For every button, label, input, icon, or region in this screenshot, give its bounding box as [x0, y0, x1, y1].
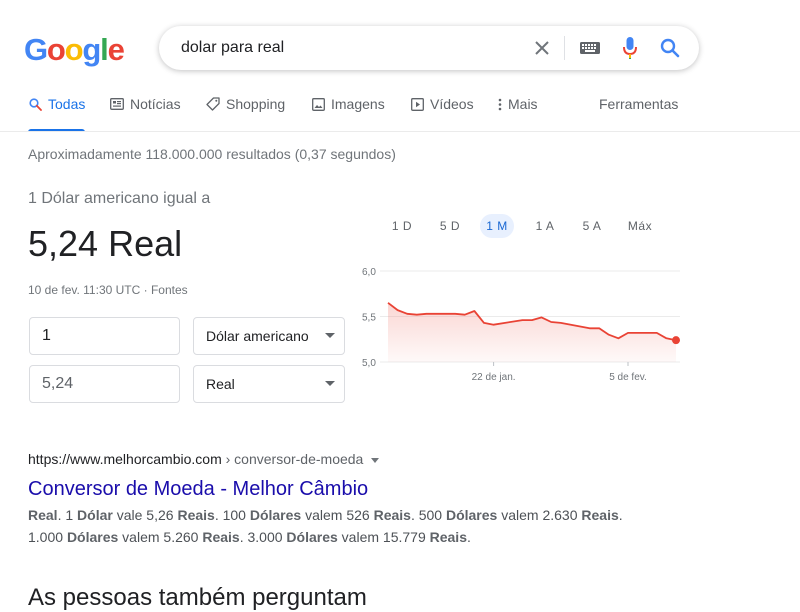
logo-letter: g	[82, 30, 100, 70]
tabs-divider	[0, 131, 800, 132]
tab-label: Imagens	[331, 96, 385, 112]
snippet-text: valem 15.779	[338, 529, 430, 545]
result-domain: https://www.melhorcambio.com	[28, 451, 222, 467]
snippet-keyword: Dólares	[250, 507, 301, 523]
snippet-keyword: Real	[28, 507, 58, 523]
snippet-keyword: Dólares	[286, 529, 337, 545]
search-icon[interactable]	[659, 37, 681, 59]
microphone-icon[interactable]	[619, 37, 641, 59]
sources-link[interactable]: Fontes	[151, 283, 188, 297]
tab-label: Shopping	[226, 96, 285, 112]
timestamp-separator: ·	[140, 283, 151, 297]
y-tick-label: 5,5	[362, 313, 376, 324]
result-snippet: Real. 1 Dólar vale 5,26 Reais. 100 Dólar…	[28, 504, 648, 548]
keyboard-icon[interactable]	[579, 37, 601, 59]
people-also-ask-heading: As pessoas também perguntam	[28, 584, 367, 612]
converter-result: 5,24 Real	[28, 222, 182, 266]
snippet-keyword: Reais	[177, 507, 214, 523]
timestamp-text: 10 de fev. 11:30 UTC	[28, 283, 140, 297]
tools-button[interactable]: Ferramentas	[599, 96, 678, 132]
from-currency-select[interactable]: Dólar americano	[193, 317, 345, 355]
snippet-text: . 1	[58, 507, 77, 523]
snippet-text: valem 2.630	[497, 507, 581, 523]
tools-label: Ferramentas	[599, 96, 678, 112]
range-1d[interactable]: 1 D	[386, 214, 418, 238]
search-input[interactable]	[181, 38, 501, 58]
snippet-text: valem 526	[301, 507, 373, 523]
snippet-keyword: Reais	[581, 507, 618, 523]
chart-last-point[interactable]	[672, 336, 680, 344]
snippet-keyword: Reais	[374, 507, 411, 523]
from-currency-label: Dólar americano	[206, 328, 309, 344]
logo-letter: G	[24, 30, 47, 70]
tab-shopping[interactable]: Shopping	[206, 96, 285, 132]
exchange-rate-chart: 6,0 5,5 5,0 22 de jan. 5 de fev.	[350, 256, 690, 388]
y-tick-label: 6,0	[362, 267, 376, 278]
search-box[interactable]	[159, 26, 699, 70]
close-icon[interactable]	[531, 37, 553, 59]
from-amount-field[interactable]: 1	[29, 317, 180, 355]
tab-label: Todas	[48, 96, 85, 112]
more-vert-icon	[496, 96, 504, 112]
tab-label: Notícias	[130, 96, 181, 112]
snippet-text: .	[467, 529, 471, 545]
image-icon	[311, 96, 325, 112]
snippet-keyword: Dólar	[77, 507, 113, 523]
logo-letter: l	[100, 30, 107, 70]
range-5a[interactable]: 5 A	[576, 214, 608, 238]
to-currency-label: Real	[206, 376, 235, 392]
tab-mais[interactable]: Mais	[496, 96, 538, 132]
snippet-text: valem 5.260	[118, 529, 202, 545]
search-tabs: Todas Notícias Shopping	[0, 96, 800, 132]
range-1m[interactable]: 1 M	[480, 214, 514, 238]
logo-letter: o	[47, 30, 65, 70]
converter-timestamp: 10 de fev. 11:30 UTC · Fontes	[28, 283, 188, 297]
result-breadcrumb: › conversor-de-moeda	[222, 451, 364, 467]
tab-label: Mais	[508, 96, 538, 112]
chevron-down-icon	[325, 333, 335, 338]
range-1a[interactable]: 1 A	[529, 214, 561, 238]
video-icon	[410, 96, 424, 112]
snippet-text: . 500	[411, 507, 446, 523]
snippet-text: . 100	[215, 507, 250, 523]
search-divider	[564, 36, 565, 60]
tab-videos[interactable]: Vídeos	[410, 96, 474, 132]
snippet-keyword: Reais	[202, 529, 239, 545]
range-5d[interactable]: 5 D	[434, 214, 466, 238]
snippet-keyword: Dólares	[67, 529, 118, 545]
to-currency-select[interactable]: Real	[193, 365, 345, 403]
tab-noticias[interactable]: Notícias	[110, 96, 181, 132]
results-stats: Aproximadamente 118.000.000 resultados (…	[28, 146, 396, 162]
to-amount-field[interactable]: 5,24	[29, 365, 180, 403]
logo-letter: e	[108, 30, 124, 70]
tab-todas[interactable]: Todas	[28, 96, 85, 132]
y-tick-label: 5,0	[362, 358, 376, 369]
logo-letter: o	[65, 30, 83, 70]
range-max[interactable]: Máx	[623, 214, 657, 238]
tag-icon	[206, 96, 220, 112]
result-url[interactable]: https://www.melhorcambio.com › conversor…	[28, 451, 379, 467]
snippet-text: . 3.000	[240, 529, 287, 545]
tab-label: Vídeos	[430, 96, 474, 112]
snippet-keyword: Reais	[430, 529, 467, 545]
snippet-keyword: Dólares	[446, 507, 497, 523]
search-icon	[28, 96, 42, 112]
snippet-text: vale 5,26	[113, 507, 178, 523]
chevron-down-icon[interactable]	[371, 458, 379, 463]
x-tick-label: 22 de jan.	[472, 372, 516, 383]
chevron-down-icon	[325, 381, 335, 386]
result-title-link[interactable]: Conversor de Moeda - Melhor Câmbio	[28, 476, 368, 502]
tab-imagens[interactable]: Imagens	[311, 96, 385, 132]
google-logo[interactable]: Google	[24, 30, 124, 70]
x-tick-label: 5 de fev.	[609, 372, 647, 383]
converter-title: 1 Dólar americano igual a	[28, 190, 210, 208]
news-icon	[110, 96, 124, 112]
